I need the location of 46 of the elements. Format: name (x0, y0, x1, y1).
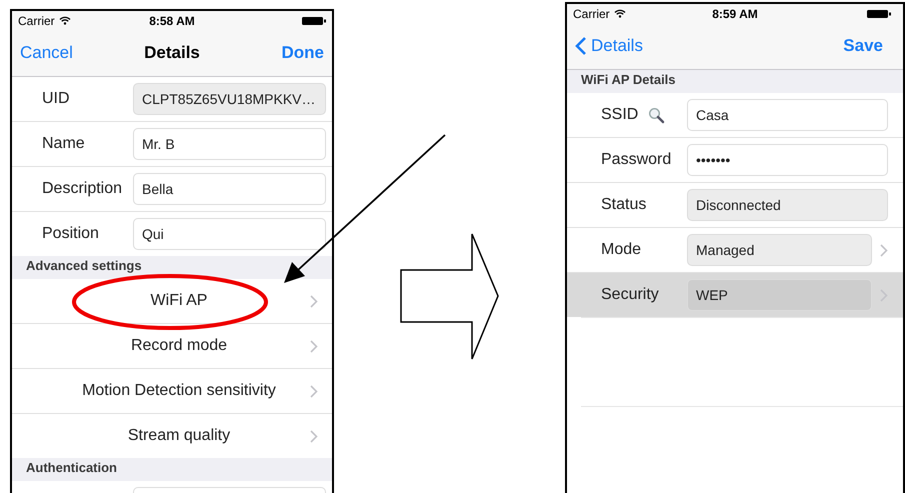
input-field[interactable]: Bella (133, 173, 326, 205)
input-field[interactable]: Qui (133, 218, 326, 250)
chevron-icon (880, 244, 888, 256)
input-field[interactable]: Casa (687, 99, 888, 131)
done-button[interactable]: Done (282, 43, 324, 63)
input-field[interactable]: ••••••• (687, 144, 888, 176)
settings-row[interactable]: Motion Detection sensitivity (26, 369, 332, 413)
field-label: SSID (601, 106, 638, 124)
field-label: Name (42, 135, 85, 153)
settings-row[interactable]: Stream quality (26, 414, 332, 458)
field-label: Status (601, 196, 646, 214)
section-header: WiFi AP Details (567, 70, 903, 93)
chevron-icon (310, 384, 318, 398)
clock-time: 8:59 AM (712, 6, 758, 20)
screen-title: Details (144, 43, 200, 63)
section-header: Advanced settings (12, 256, 332, 279)
readonly-field[interactable]: Disconnected (687, 189, 888, 221)
back-chevron-icon (575, 36, 587, 56)
field-label: Security (601, 286, 659, 304)
chevron-icon (310, 340, 318, 352)
field-label: Mode (601, 241, 642, 259)
readonly-field[interactable]: Managed (687, 234, 872, 266)
clock-time: 8:58 AM (149, 14, 195, 28)
back-button[interactable]: Details (575, 36, 643, 56)
battery-icon (867, 8, 891, 18)
chevron-icon (310, 430, 318, 442)
cancel-button[interactable]: Cancel (20, 43, 73, 63)
save-button[interactable]: Save (843, 36, 883, 56)
field-label: Position (42, 225, 99, 243)
carrier-label: Carrier (573, 6, 610, 20)
selected-row[interactable]: Security WEP (567, 273, 903, 317)
carrier-label: Carrier (18, 14, 55, 28)
wifi-icon (614, 9, 626, 18)
field-label: Description (42, 180, 122, 198)
field-label: Password (601, 151, 672, 169)
input-field[interactable]: Mr. B (133, 128, 326, 160)
search-icon[interactable] (648, 106, 666, 124)
settings-row[interactable]: WiFi AP (26, 279, 332, 323)
field-label: UID (42, 90, 70, 108)
battery-icon (302, 16, 326, 26)
readonly-field[interactable]: CLPT85Z65VU18MPKKV… (133, 83, 326, 115)
settings-row[interactable]: Record mode (26, 324, 332, 368)
readonly-field[interactable]: WEP (687, 279, 872, 311)
chevron-icon (310, 294, 318, 308)
section-header: Authentication (12, 458, 332, 481)
wifi-icon (58, 16, 71, 25)
